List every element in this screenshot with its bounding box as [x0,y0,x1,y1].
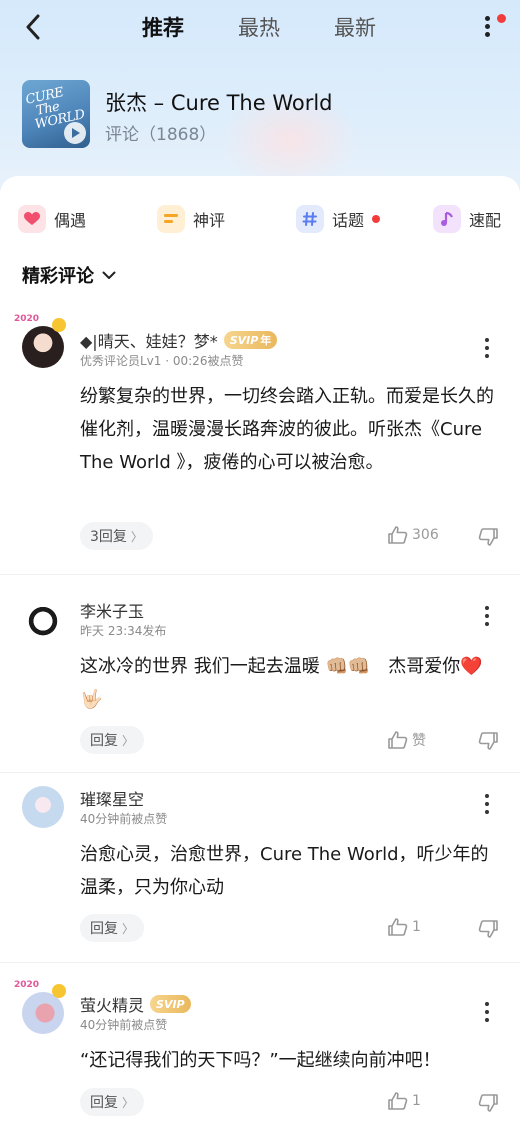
avatar[interactable] [22,786,64,828]
avatar[interactable] [22,992,64,1034]
play-icon[interactable] [64,122,86,144]
dislike-button[interactable] [478,732,498,754]
comment-count: 评论（1868） [105,125,217,145]
heart-icon [18,205,46,233]
avatar-frame-badge: 2020 [14,980,40,990]
svip-badge: SVIP 年 [223,331,278,349]
thumbs-down-icon [478,732,498,750]
dislike-button[interactable] [478,528,498,550]
chip-god-comment[interactable]: 神评 [157,204,225,234]
chip-topic[interactable]: 话题 [296,204,381,234]
svip-badge: SVIP [150,995,191,1013]
comment-item: 2020 ◆|晴天、娃娃？梦* SVIP 年 优秀评论员Lv1 · 00:26被点… [0,312,520,562]
reply-button[interactable]: 3回复〉 [80,522,153,550]
comment-item: 2020 萤火精灵 SVIP 40分钟前被点赞 “还记得我们的天下吗？”一起继续… [0,978,520,1128]
emoji-decoration-icon [52,984,66,998]
thumbs-up-icon [388,731,408,749]
comment-meta: 40分钟前被点赞 [80,1018,168,1032]
comment-author[interactable]: 李米子玉 [80,598,144,622]
comment-text: 纷繁复杂的世界，一切终会踏入正轨。而爱是长久的催化剂，温暖漫漫长路奔波的彼此。听… [80,386,494,473]
chevron-down-icon [102,271,116,279]
like-button[interactable]: 306 [388,526,439,544]
reply-button[interactable]: 回复〉 [80,914,145,942]
comment-text: “还记得我们的天下吗？”一起继续向前冲吧！ [80,1050,441,1071]
thumbs-up-icon [388,918,408,936]
avatar-frame-badge: 2020 [14,314,40,324]
section-title-featured[interactable]: 精彩评论 [22,262,116,288]
comment-meta: 40分钟前被点赞 [80,812,168,826]
music-note-icon [433,205,461,233]
tab-recommend[interactable]: 推荐 [142,12,184,42]
avatar[interactable] [22,598,64,640]
comment-lines-icon [157,205,185,233]
emoji-decoration-icon [52,318,66,332]
thumbs-up-icon [388,526,408,544]
comment-author[interactable]: 璀璨星空 [80,786,144,810]
chip-quick-match[interactable]: 速配 [433,204,501,234]
comment-author[interactable]: ◆|晴天、娃娃？梦* SVIP 年 [80,328,278,352]
topic-new-dot [372,215,381,223]
thumbs-down-icon [478,528,498,546]
chevron-left-icon [26,14,40,40]
chip-encounter[interactable]: 偶遇 [18,204,86,234]
reply-button[interactable]: 回复〉 [80,726,145,754]
comment-more-icon[interactable] [482,1002,492,1024]
hashtag-icon [296,205,324,233]
like-button[interactable]: 1 [388,1092,421,1110]
comment-text: 治愈心灵，治愈世界，Cure The World，听少年的温柔，只为你心动 [80,844,489,898]
comment-author[interactable]: 萤火精灵 SVIP [80,992,191,1016]
album-cover[interactable]: CURE The WORLD [22,80,90,148]
notification-dot [497,14,506,23]
comment-meta: 昨天 23:34发布 [80,624,167,638]
comment-item: 李米子玉 昨天 23:34发布 这冰冷的世界 我们一起去温暖 👊🏼👊🏼 杰哥爱你… [0,586,520,766]
divider [0,772,520,773]
comment-text: 这冰冷的世界 我们一起去温暖 👊🏼👊🏼 杰哥爱你❤️🤟🏻 [80,656,483,710]
dislike-button[interactable] [478,1094,498,1116]
comment-item: 璀璨星空 40分钟前被点赞 治愈心灵，治愈世界，Cure The World，听… [0,774,520,954]
tab-newest[interactable]: 最新 [334,12,376,42]
comment-meta: 优秀评论员Lv1 · 00:26被点赞 [80,354,244,368]
divider [0,962,520,963]
thumbs-down-icon [478,1094,498,1112]
feature-chips: 偶遇 神评 话题 速配 [0,204,520,234]
divider [0,574,520,575]
thumbs-down-icon [478,920,498,938]
comment-more-icon[interactable] [482,794,492,816]
avatar[interactable] [22,326,64,368]
song-title[interactable]: 张杰 – Cure The World [105,87,333,117]
comment-more-icon[interactable] [482,338,492,360]
dislike-button[interactable] [478,920,498,942]
like-button[interactable]: 1 [388,918,421,936]
back-button[interactable] [18,10,48,44]
tab-hottest[interactable]: 最热 [238,12,280,42]
thumbs-up-icon [388,1092,408,1110]
reply-button[interactable]: 回复〉 [80,1088,145,1116]
top-nav: 推荐 最热 最新 [0,0,520,54]
comment-more-icon[interactable] [482,606,492,628]
like-button[interactable]: 赞 [388,730,426,750]
